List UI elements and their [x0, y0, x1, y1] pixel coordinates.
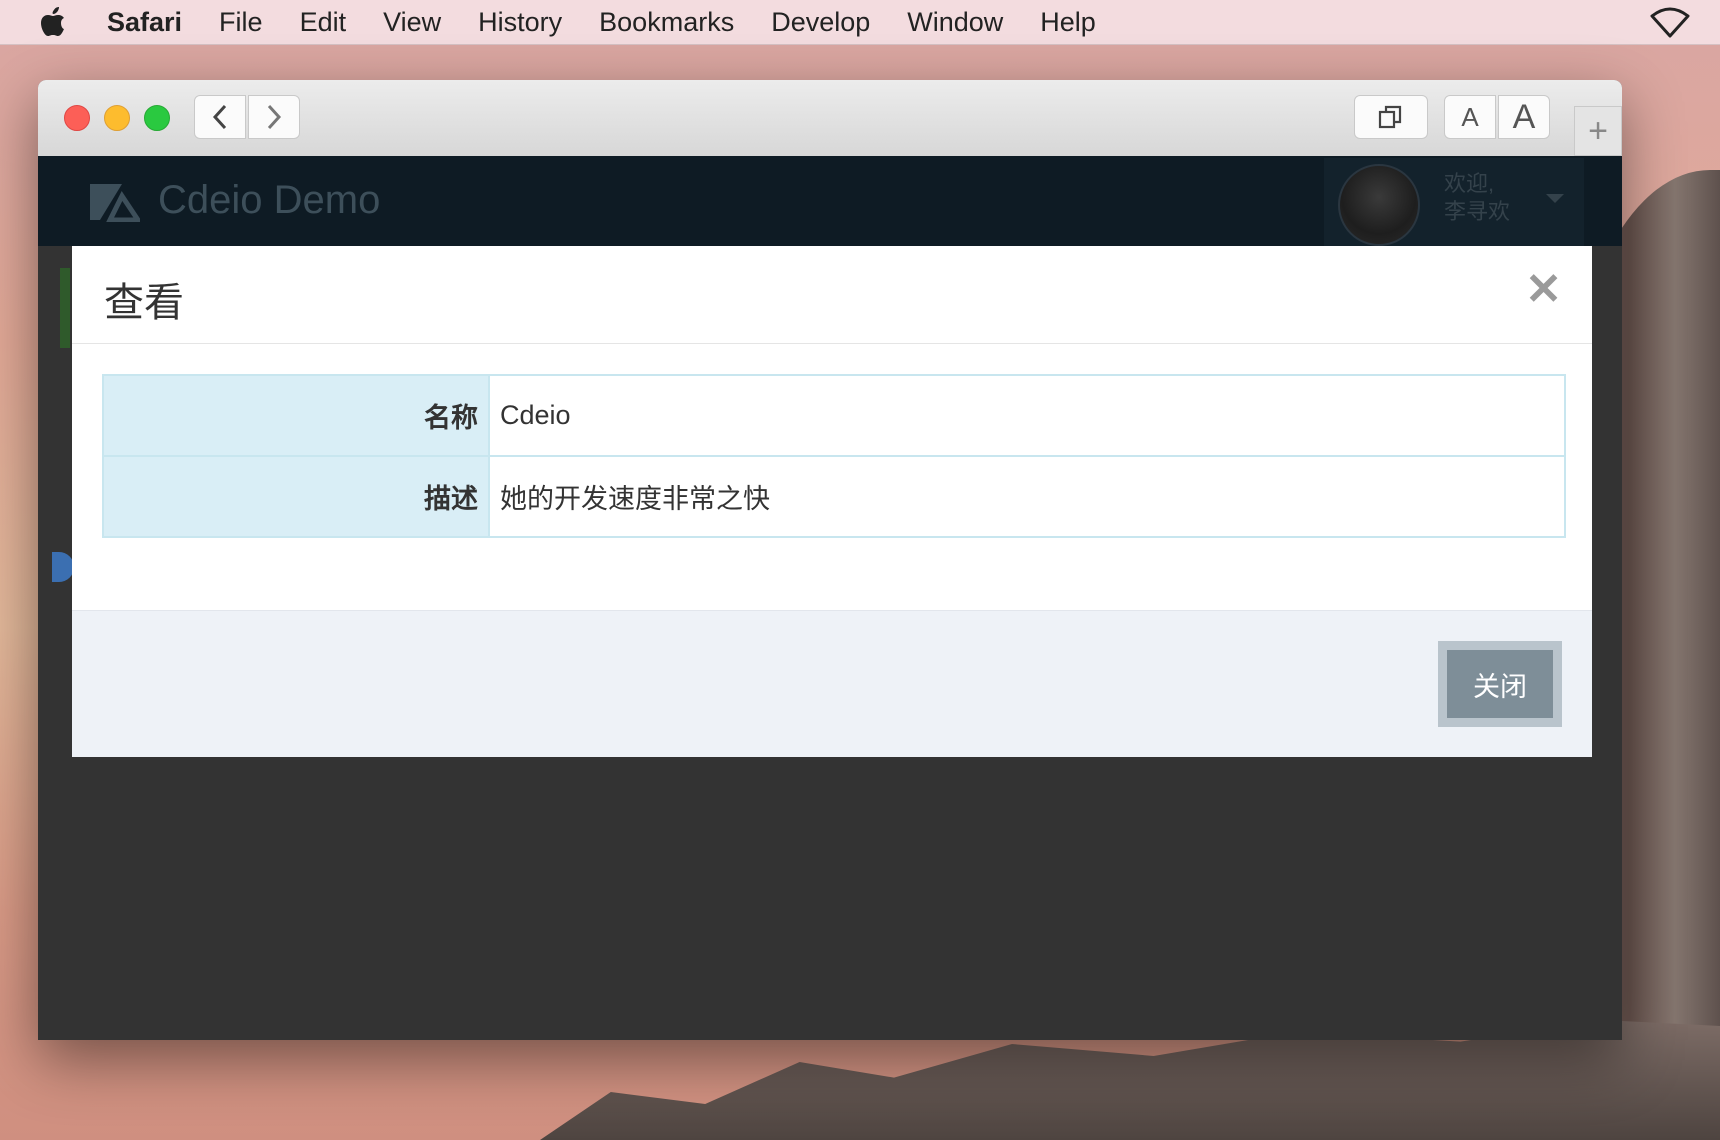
wifi-icon[interactable]: [1650, 6, 1690, 45]
menu-help[interactable]: Help: [1040, 7, 1096, 38]
mac-menu-bar: Safari File Edit View History Bookmarks …: [0, 0, 1720, 45]
web-page: Cdeio Demo 欢迎, 李寻欢 查看 ✕ 名称 Cdeio 描述 她的开发…: [38, 156, 1622, 1040]
menu-bookmarks[interactable]: Bookmarks: [599, 7, 734, 38]
menu-view[interactable]: View: [383, 7, 441, 38]
new-tab-button[interactable]: +: [1574, 106, 1622, 156]
show-tabs-button[interactable]: [1354, 95, 1428, 139]
chevron-left-icon: [212, 104, 227, 130]
back-button[interactable]: [194, 95, 246, 139]
dialog-footer: 关闭: [72, 610, 1592, 757]
brand-logo-icon: [88, 182, 143, 227]
safari-window: A A + Cdeio Demo 欢迎, 李寻欢 查看 ✕ 名称 Cdeio 描…: [38, 80, 1622, 1040]
menu-safari[interactable]: Safari: [107, 7, 182, 38]
welcome-label: 欢迎,: [1444, 171, 1495, 196]
table-row: 名称 Cdeio: [102, 374, 1566, 457]
user-menu[interactable]: 欢迎, 李寻欢: [1324, 158, 1584, 246]
table-row: 描述 她的开发速度非常之快: [102, 455, 1566, 538]
field-label-description: 描述: [102, 455, 490, 538]
window-zoom-button[interactable]: [144, 105, 170, 131]
field-label-name: 名称: [102, 374, 490, 457]
welcome-text: 欢迎, 李寻欢: [1444, 170, 1510, 226]
decrease-font-button[interactable]: A: [1444, 95, 1496, 139]
field-value-name: Cdeio: [488, 374, 1566, 457]
apple-logo-icon[interactable]: [40, 7, 70, 37]
field-value-description: 她的开发速度非常之快: [488, 455, 1566, 538]
dialog-title: 查看: [104, 281, 184, 325]
app-title[interactable]: Cdeio Demo: [158, 178, 380, 223]
browser-toolbar: A A +: [38, 80, 1622, 157]
window-close-button[interactable]: [64, 105, 90, 131]
menu-develop[interactable]: Develop: [771, 7, 870, 38]
dialog-header: 查看 ✕: [72, 246, 1592, 344]
tabs-overview-icon: [1378, 105, 1402, 129]
view-dialog: 查看 ✕ 名称 Cdeio 描述 她的开发速度非常之快 关闭: [72, 246, 1592, 757]
background-sidebar-edge: [60, 268, 70, 348]
menu-file[interactable]: File: [219, 7, 263, 38]
chevron-right-icon: [267, 104, 282, 130]
app-header: Cdeio Demo 欢迎, 李寻欢: [38, 156, 1622, 246]
forward-button[interactable]: [248, 95, 300, 139]
menu-history[interactable]: History: [478, 7, 562, 38]
close-icon[interactable]: ✕: [1525, 268, 1562, 312]
window-minimize-button[interactable]: [104, 105, 130, 131]
avatar: [1338, 164, 1420, 246]
detail-table: 名称 Cdeio 描述 她的开发速度非常之快: [102, 374, 1566, 538]
user-name: 李寻欢: [1444, 199, 1511, 224]
caret-down-icon: [1546, 194, 1564, 203]
menu-window[interactable]: Window: [907, 7, 1003, 38]
background-badge: [52, 552, 74, 582]
menu-edit[interactable]: Edit: [300, 7, 347, 38]
increase-font-button[interactable]: A: [1498, 95, 1550, 139]
close-button[interactable]: 关闭: [1438, 641, 1562, 727]
